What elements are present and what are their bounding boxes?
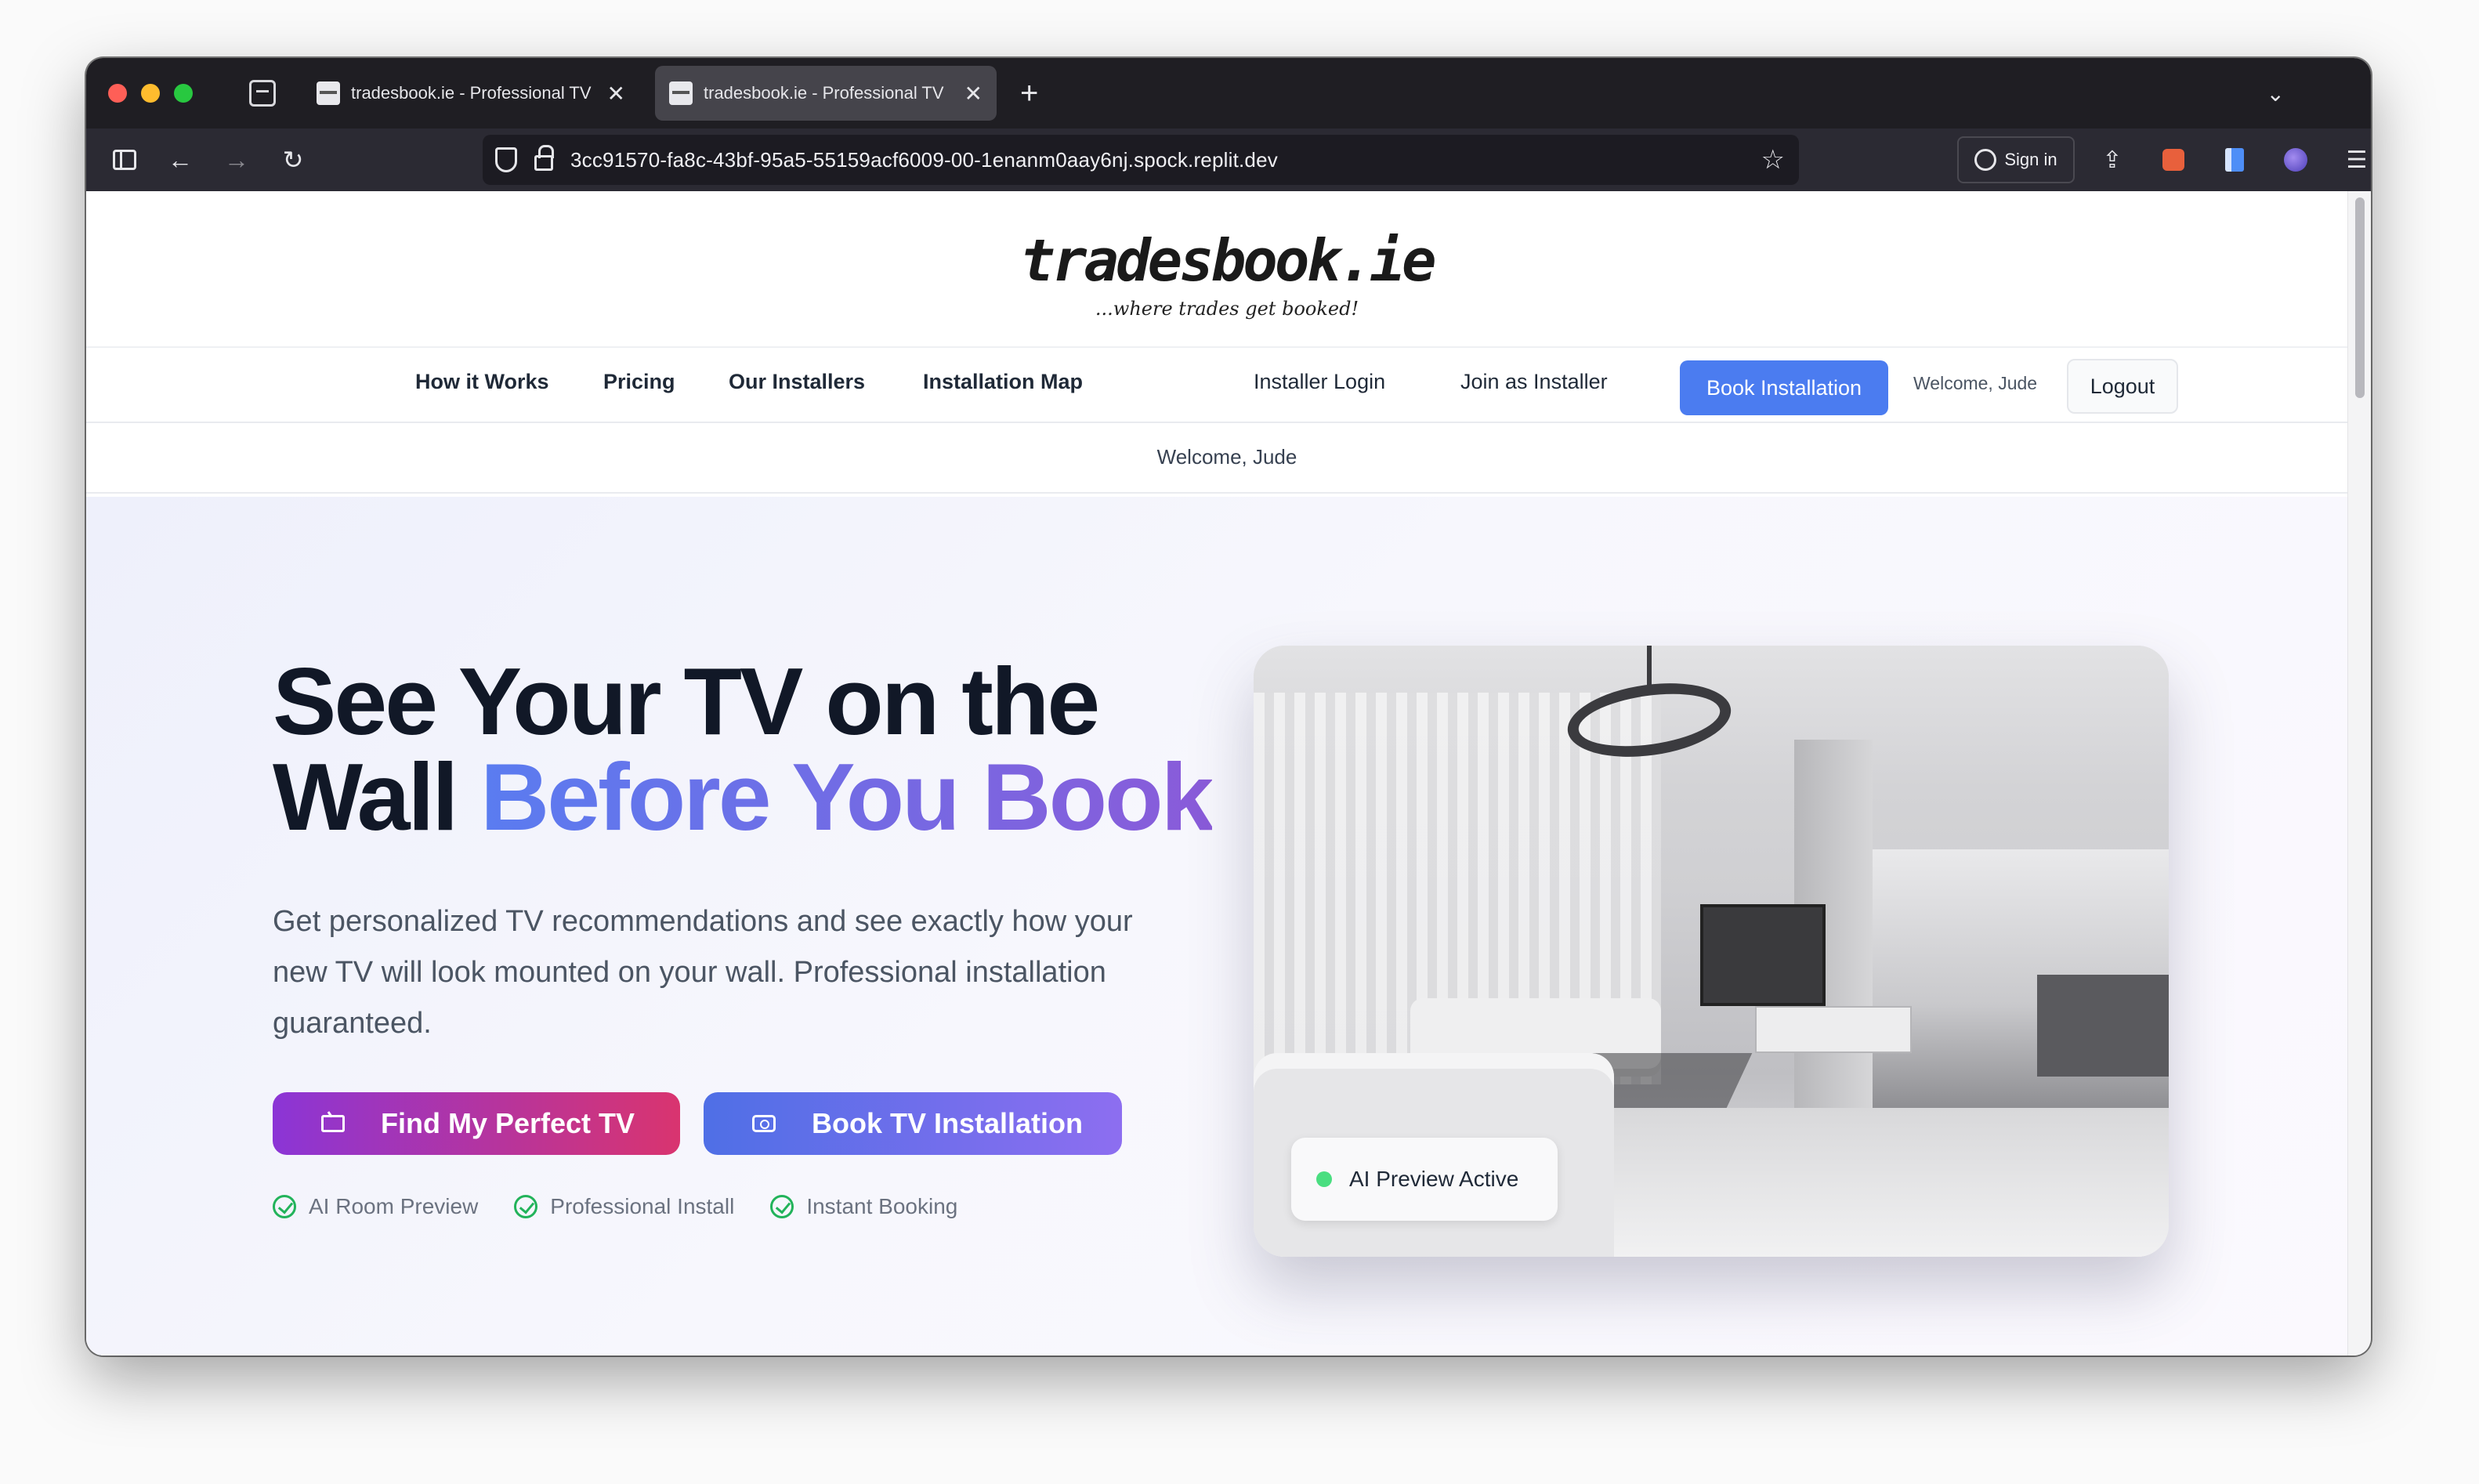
new-tab-plus-icon[interactable]: + (1020, 76, 1038, 111)
favicon-icon (669, 81, 693, 105)
account-icon (1974, 149, 1997, 171)
minimize-window-button[interactable] (141, 84, 160, 103)
sphere-extension-icon[interactable] (2275, 139, 2316, 180)
check-circle-icon (770, 1195, 794, 1218)
welcome-user-label: Welcome, Jude (1913, 373, 2038, 393)
tab-1[interactable]: tradesbook.ie - Professional TV ✕ (302, 66, 639, 121)
maximize-window-button[interactable] (174, 84, 193, 103)
back-arrow-icon[interactable]: ← (152, 146, 208, 175)
reload-icon[interactable]: ↻ (265, 145, 321, 175)
lock-icon[interactable] (534, 145, 554, 171)
hero-section: See Your TV on the Wall Before You Book … (86, 497, 2368, 1356)
chevron-down-icon[interactable]: ⌄ (2267, 81, 2285, 107)
cta-primary-label: Find My Perfect TV (381, 1107, 635, 1139)
hamburger-menu-icon[interactable]: ☰ (2336, 139, 2371, 180)
check-circle-icon (273, 1195, 296, 1218)
nav-our-installers[interactable]: Our Installers (729, 370, 865, 394)
favicon-icon (317, 81, 340, 105)
check-circle-icon (514, 1195, 538, 1218)
tab-close-icon[interactable]: ✕ (964, 81, 983, 107)
feature-item: AI Room Preview (273, 1194, 478, 1219)
nav-join-as-installer[interactable]: Join as Installer (1460, 370, 1608, 394)
navigation-toolbar: ← → ↻ 3cc91570-fa8c-43bf-95a5-55159acf60… (86, 128, 2371, 191)
page-scrollbar[interactable] (2347, 191, 2371, 1356)
share-icon[interactable]: ⇪ (2092, 139, 2133, 180)
wall-tv (1700, 904, 1826, 1006)
sidebar-toggle-icon[interactable] (113, 150, 136, 170)
tab-strip: tradesbook.ie - Professional TV ✕ trades… (86, 58, 2371, 128)
feature-item: Professional Install (514, 1194, 734, 1219)
nav-installation-map[interactable]: Installation Map (923, 370, 1083, 394)
forward-arrow-icon[interactable]: → (208, 146, 265, 175)
logout-button[interactable]: Logout (2067, 359, 2178, 414)
find-my-perfect-tv-button[interactable]: Find My Perfect TV (273, 1092, 680, 1155)
ai-preview-label: AI Preview Active (1349, 1167, 1519, 1191)
book-installation-button[interactable]: Book Installation (1680, 360, 1888, 415)
feature-label: AI Room Preview (309, 1194, 479, 1218)
sign-in-button[interactable]: Sign in (1957, 136, 2075, 183)
feature-list: AI Room Preview Professional Install Ins… (273, 1194, 957, 1219)
hero-subtext: Get personalized TV recommendations and … (273, 905, 1133, 1040)
browser-window: tradesbook.ie - Professional TV ✕ trades… (86, 58, 2371, 1356)
tab-2-active[interactable]: tradesbook.ie - Professional TV ✕ (655, 66, 997, 121)
desktop: tradesbook.ie - Professional TV ✕ trades… (0, 0, 2479, 1484)
tracking-protection-shield-icon[interactable] (495, 147, 517, 172)
site-tagline: ...where trades get booked! (1095, 298, 1359, 320)
tab-groups-icon[interactable] (249, 80, 276, 107)
headline-highlight: Before You Book (480, 744, 1214, 850)
close-window-button[interactable] (108, 84, 127, 103)
book-tv-installation-button[interactable]: Book TV Installation (704, 1092, 1122, 1155)
camera-icon (752, 1115, 776, 1132)
window-controls (108, 84, 193, 103)
book-extension-icon[interactable] (2214, 139, 2255, 180)
url-text[interactable]: 3cc91570-fa8c-43bf-95a5-55159acf6009-00-… (570, 148, 1761, 172)
tab-close-icon[interactable]: ✕ (607, 81, 625, 107)
address-bar[interactable]: 3cc91570-fa8c-43bf-95a5-55159acf6009-00-… (483, 135, 1799, 185)
site-header: tradesbook.ie ...where trades get booked… (86, 191, 2368, 348)
status-dot-icon (1316, 1171, 1332, 1187)
cta-secondary-label: Book TV Installation (812, 1107, 1084, 1139)
nav-how-it-works[interactable]: How it Works (415, 370, 549, 394)
bookmark-star-icon[interactable]: ☆ (1761, 144, 1785, 176)
hero-headline: See Your TV on the Wall Before You Book (273, 653, 1244, 845)
fox-extension-icon[interactable] (2153, 139, 2194, 180)
room-preview-image: AI Preview Active (1254, 646, 2169, 1257)
nav-installer-login[interactable]: Installer Login (1254, 370, 1385, 394)
welcome-banner: Welcome, Jude (86, 423, 2368, 494)
main-nav: How it Works Pricing Our Installers Inst… (86, 348, 2368, 423)
scrollbar-thumb[interactable] (2355, 197, 2365, 398)
feature-item: Instant Booking (770, 1194, 957, 1219)
tab-title: tradesbook.ie - Professional TV (704, 83, 944, 103)
nav-pricing[interactable]: Pricing (603, 370, 675, 394)
tv-icon (321, 1115, 345, 1132)
feature-label: Professional Install (550, 1194, 735, 1218)
ai-preview-badge: AI Preview Active (1291, 1138, 1558, 1221)
web-page: tradesbook.ie ...where trades get booked… (86, 191, 2368, 1356)
extensions-bar: ⇪ ☰ (2092, 136, 2371, 183)
feature-label: Instant Booking (806, 1194, 958, 1218)
site-logo[interactable]: tradesbook.ie (86, 227, 2368, 295)
sign-in-label: Sign in (2004, 150, 2057, 169)
tab-title: tradesbook.ie - Professional TV (351, 83, 592, 103)
